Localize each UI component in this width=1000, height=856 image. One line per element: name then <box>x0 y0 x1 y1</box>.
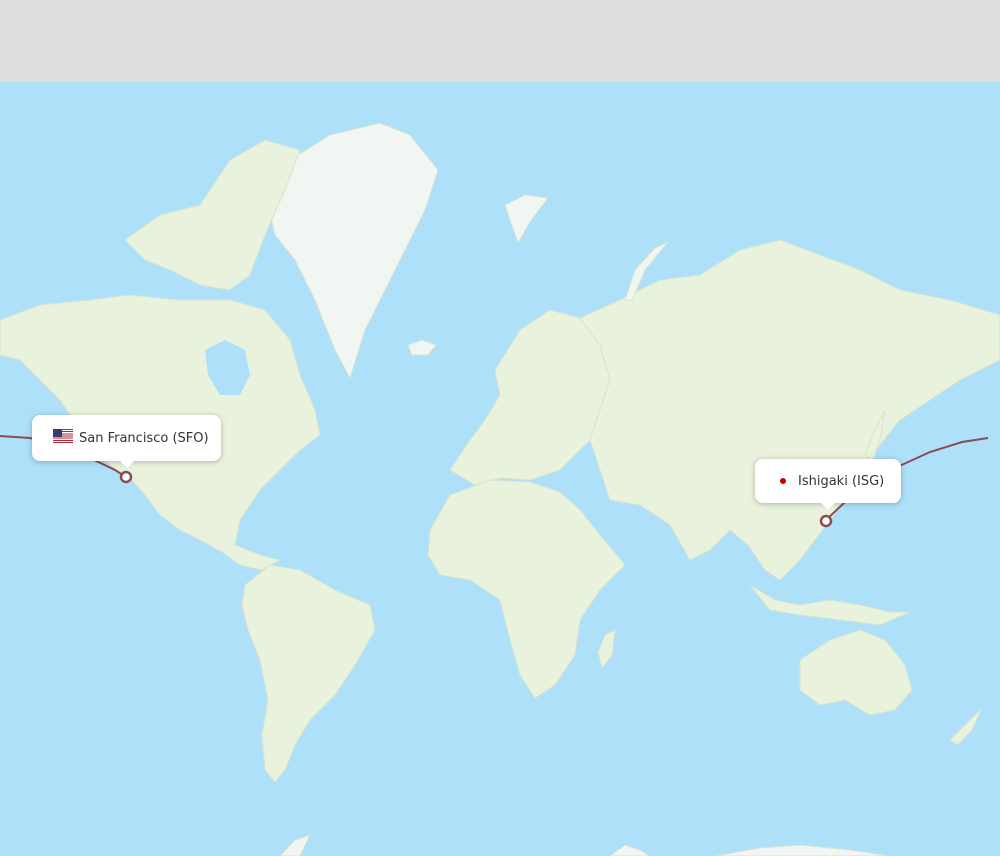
landmass-south-america <box>241 564 376 783</box>
landmass-iceland <box>407 339 437 356</box>
landmass-svalbard <box>504 194 549 245</box>
world-map[interactable]: San Francisco (SFO) Ishigaki (ISG) <box>0 82 1000 856</box>
destination-city-text: Ishigaki (ISG) <box>798 473 885 489</box>
origin-label[interactable]: San Francisco (SFO) <box>32 415 221 468</box>
landmass-asia <box>579 239 1000 581</box>
top-bar <box>0 0 1000 82</box>
destination-label[interactable]: Ishigaki (ISG) <box>755 459 901 510</box>
us-flag-icon <box>53 429 73 443</box>
isg-pin-icon <box>819 514 833 528</box>
landmass-europe <box>449 309 611 486</box>
landmass-arctic-islands <box>124 139 301 291</box>
origin-city-text: San Francisco (SFO) <box>79 430 209 446</box>
landmass-africa <box>427 479 626 699</box>
landmass-madagascar <box>597 629 616 670</box>
landmass-antarctica <box>279 834 891 856</box>
red-dot-icon <box>780 478 786 484</box>
sfo-pin-icon <box>119 470 133 484</box>
landmass-indonesia <box>749 584 911 626</box>
landmass-new-zealand <box>949 707 983 746</box>
landmass-australia <box>799 629 913 716</box>
